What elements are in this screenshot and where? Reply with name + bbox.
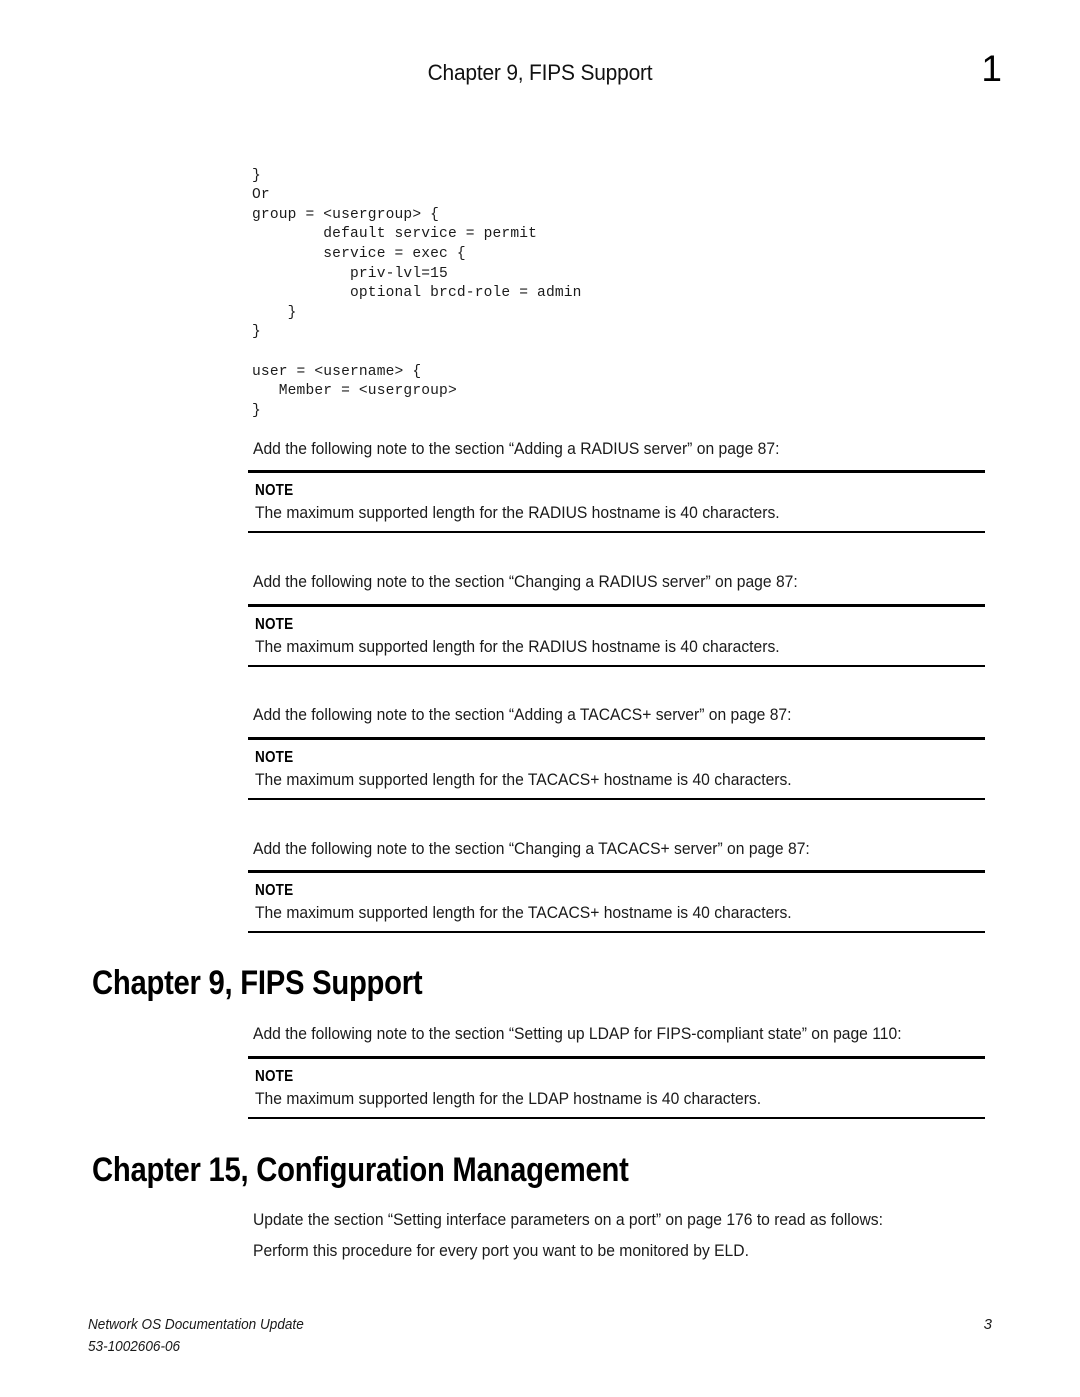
- note-text: The maximum supported length for the RAD…: [255, 638, 780, 656]
- config-para-perform-procedure: Perform this procedure for every port yo…: [253, 1242, 749, 1260]
- note-body: NOTE The maximum supported length for th…: [248, 1059, 985, 1117]
- note-ldap: NOTE The maximum supported length for th…: [248, 1056, 985, 1119]
- note-text: The maximum supported length for the RAD…: [255, 504, 780, 522]
- section-intro-changing-radius: Add the following note to the section “C…: [253, 573, 798, 591]
- note-label: NOTE: [255, 616, 294, 633]
- note-body: NOTE The maximum supported length for th…: [248, 473, 985, 531]
- note-text: The maximum supported length for the TAC…: [255, 771, 792, 789]
- note-adding-tacacs: NOTE The maximum supported length for th…: [248, 737, 985, 800]
- document-page: Chapter 9, FIPS Support 1 } Or group = <…: [0, 0, 1080, 1397]
- note-rule-bottom: [248, 665, 985, 667]
- note-body: NOTE The maximum supported length for th…: [248, 873, 985, 931]
- chapter-heading-fips: Chapter 9, FIPS Support: [92, 964, 423, 1002]
- page-footer: Network OS Documentation Update 53-10026…: [0, 1315, 1080, 1375]
- note-rule-bottom: [248, 531, 985, 533]
- note-label: NOTE: [255, 1068, 294, 1085]
- note-label: NOTE: [255, 882, 294, 899]
- note-label: NOTE: [255, 749, 294, 766]
- config-para-update-section: Update the section “Setting interface pa…: [253, 1211, 883, 1229]
- note-label: NOTE: [255, 482, 294, 499]
- note-text: The maximum supported length for the LDA…: [255, 1090, 762, 1108]
- footer-document-title: Network OS Documentation Update: [88, 1317, 304, 1333]
- section-intro-changing-tacacs: Add the following note to the section “C…: [253, 840, 810, 858]
- footer-page-number: 3: [983, 1316, 992, 1333]
- note-rule-bottom: [248, 931, 985, 933]
- note-changing-tacacs: NOTE The maximum supported length for th…: [248, 870, 985, 933]
- note-changing-radius: NOTE The maximum supported length for th…: [248, 604, 985, 667]
- footer-document-number: 53-1002606-06: [88, 1339, 181, 1355]
- note-body: NOTE The maximum supported length for th…: [248, 607, 985, 665]
- section-intro-ldap: Add the following note to the section “S…: [253, 1025, 902, 1043]
- chapter-heading-config-management: Chapter 15, Configuration Management: [92, 1151, 629, 1189]
- note-body: NOTE The maximum supported length for th…: [248, 740, 985, 798]
- note-rule-bottom: [248, 1117, 985, 1119]
- section-intro-adding-radius: Add the following note to the section “A…: [253, 440, 780, 458]
- running-header-folio: 1: [981, 48, 1002, 89]
- note-text: The maximum supported length for the TAC…: [255, 904, 792, 922]
- running-header: Chapter 9, FIPS Support 1: [0, 50, 1080, 102]
- code-block: } Or group = <usergroup> { default servi…: [252, 167, 582, 419]
- section-intro-adding-tacacs: Add the following note to the section “A…: [253, 706, 792, 724]
- note-rule-bottom: [248, 798, 985, 800]
- note-adding-radius: NOTE The maximum supported length for th…: [248, 470, 985, 533]
- running-header-title: Chapter 9, FIPS Support: [427, 60, 653, 85]
